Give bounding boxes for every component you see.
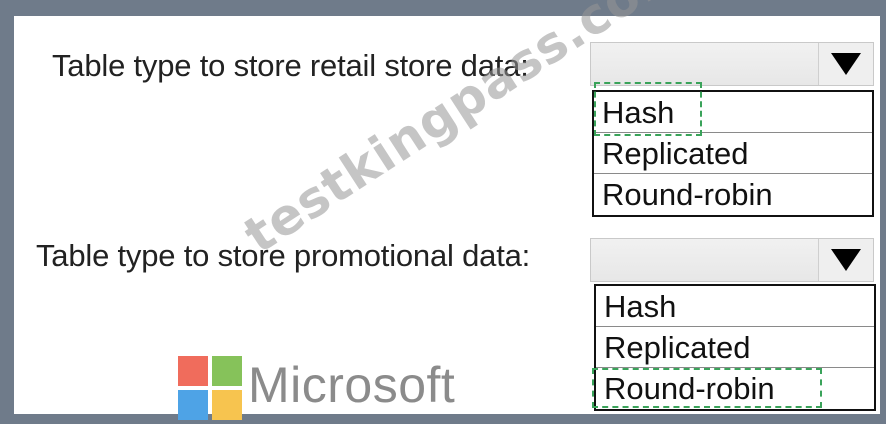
microsoft-logo-icon bbox=[178, 356, 242, 420]
question-1-dropdown-button[interactable] bbox=[818, 43, 873, 85]
question-1-option-round-robin[interactable]: Round-robin bbox=[594, 174, 872, 215]
answer-area-panel: Table type to store retail store data: H… bbox=[14, 0, 880, 414]
question-2-dropdown-button[interactable] bbox=[818, 239, 873, 281]
question-1-option-replicated[interactable]: Replicated bbox=[594, 133, 872, 174]
question-1-dropdown[interactable] bbox=[590, 42, 874, 86]
question-2-selected-value bbox=[591, 239, 819, 281]
question-1-options-list: Hash Replicated Round-robin bbox=[592, 90, 874, 217]
question-2-options-list: Hash Replicated Round-robin bbox=[594, 284, 876, 411]
option-label: Round-robin bbox=[602, 177, 773, 212]
option-label: Replicated bbox=[604, 330, 751, 365]
option-label: Hash bbox=[604, 289, 677, 324]
question-1-selected-value bbox=[591, 43, 819, 85]
question-2-option-round-robin[interactable]: Round-robin bbox=[596, 368, 874, 409]
triangle-down-icon bbox=[831, 53, 861, 75]
question-2-option-replicated[interactable]: Replicated bbox=[596, 327, 874, 368]
microsoft-logo-text: Microsoft bbox=[248, 357, 456, 413]
triangle-down-icon bbox=[831, 249, 861, 271]
option-label: Round-robin bbox=[604, 371, 775, 406]
option-label: Hash bbox=[602, 95, 675, 130]
question-2-dropdown[interactable] bbox=[590, 238, 874, 282]
option-label: Replicated bbox=[602, 136, 749, 171]
question-1-option-hash[interactable]: Hash bbox=[594, 92, 872, 133]
question-2-option-hash[interactable]: Hash bbox=[596, 286, 874, 327]
